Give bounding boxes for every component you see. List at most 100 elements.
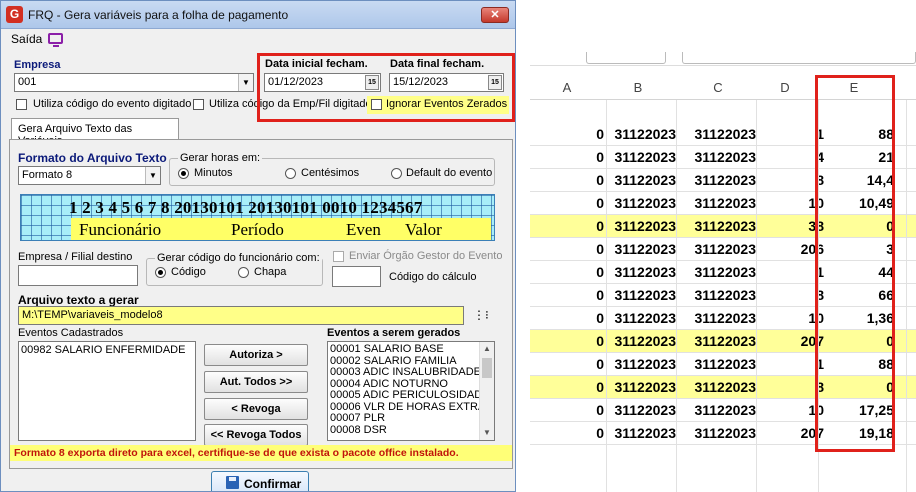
cell-a[interactable]: 0 xyxy=(596,333,604,349)
cell-c[interactable]: 31122023 xyxy=(694,356,756,372)
list-item[interactable]: 00005 ADIC PERICULOSIDADE xyxy=(328,389,494,402)
cell-a[interactable]: 0 xyxy=(596,402,604,418)
cell-b[interactable]: 31122023 xyxy=(614,356,676,372)
list-item[interactable]: 00007 PLR xyxy=(328,412,494,425)
title-bar[interactable]: G FRQ - Gera variáveis para a folha de p… xyxy=(1,1,515,29)
output-file-value: M:\TEMP\variaveis_modelo8 xyxy=(22,309,163,321)
menu-saida[interactable]: Saída xyxy=(11,32,42,46)
cell-b[interactable]: 31122023 xyxy=(614,425,676,441)
name-box[interactable] xyxy=(586,52,666,64)
cell-c[interactable]: 31122023 xyxy=(694,126,756,142)
employee-code-chapa-radio[interactable] xyxy=(238,267,249,278)
floppy-disk-icon xyxy=(226,476,239,489)
cell-b[interactable]: 31122023 xyxy=(614,310,676,326)
scroll-thumb[interactable] xyxy=(482,358,492,378)
scroll-down-icon[interactable]: ▼ xyxy=(480,426,494,440)
cell-b[interactable]: 31122023 xyxy=(614,333,676,349)
cell-a[interactable]: 0 xyxy=(596,379,604,395)
app-logo-icon: G xyxy=(6,6,23,23)
hours-default-radio[interactable] xyxy=(391,168,402,179)
hours-centesimos-label: Centésimos xyxy=(301,167,360,179)
registered-events-list[interactable]: 00982 SALARIO ENFERMIDADE xyxy=(18,341,196,441)
employee-code-chapa-label: Chapa xyxy=(254,266,287,278)
format-label: Formato do Arquivo Texto xyxy=(18,151,167,165)
hours-minutos-radio[interactable] xyxy=(178,168,189,179)
monitor-icon[interactable] xyxy=(48,33,63,47)
output-file-label: Arquivo texto a gerar xyxy=(18,293,139,307)
cell-c[interactable]: 31122023 xyxy=(694,264,756,280)
cell-c[interactable]: 31122023 xyxy=(694,241,756,257)
confirm-button[interactable]: Confirmar xyxy=(211,471,309,491)
column-header[interactable]: D xyxy=(775,80,795,95)
cell-b[interactable]: 31122023 xyxy=(614,195,676,211)
cell-a[interactable]: 0 xyxy=(596,218,604,234)
folder-tree-icon[interactable]: ⋮⁝ xyxy=(473,308,489,323)
cell-c[interactable]: 31122023 xyxy=(694,379,756,395)
chevron-down-icon[interactable]: ▼ xyxy=(145,167,160,184)
list-item[interactable]: 00003 ADIC INSALUBRIDADE xyxy=(328,366,494,379)
cell-b[interactable]: 31122023 xyxy=(614,287,676,303)
close-button[interactable]: ✕ xyxy=(481,7,509,23)
format-select[interactable]: Formato 8 ▼ xyxy=(18,166,161,185)
cell-b[interactable]: 31122023 xyxy=(614,241,676,257)
calc-code-input[interactable] xyxy=(332,266,381,287)
column-header[interactable]: A xyxy=(552,80,582,95)
column-header[interactable]: B xyxy=(618,80,658,95)
chevron-down-icon[interactable]: ▼ xyxy=(238,74,253,91)
output-file-input[interactable]: M:\TEMP\variaveis_modelo8 xyxy=(18,306,464,325)
cell-a[interactable]: 0 xyxy=(596,172,604,188)
cell-a[interactable]: 0 xyxy=(596,126,604,142)
hours-centesimos-radio[interactable] xyxy=(285,168,296,179)
scroll-up-icon[interactable]: ▲ xyxy=(480,342,494,356)
hours-default-label: Default do evento xyxy=(406,167,493,179)
cell-c[interactable]: 31122023 xyxy=(694,218,756,234)
authorize-button[interactable]: Autoriza > xyxy=(204,344,308,366)
cell-a[interactable]: 0 xyxy=(596,264,604,280)
cell-c[interactable]: 31122023 xyxy=(694,333,756,349)
formula-bar[interactable] xyxy=(682,52,916,64)
registered-events-label: Eventos Cadastrados xyxy=(18,327,124,339)
grid-line xyxy=(906,100,907,492)
cell-b[interactable]: 31122023 xyxy=(614,149,676,165)
warning-text: Formato 8 exporta direto para excel, cer… xyxy=(14,447,459,459)
cell-a[interactable]: 0 xyxy=(596,149,604,165)
cell-b[interactable]: 31122023 xyxy=(614,172,676,188)
events-to-generate-list[interactable]: 00001 SALARIO BASE 00002 SALARIO FAMILIA… xyxy=(327,341,495,441)
cell-b[interactable]: 31122023 xyxy=(614,264,676,280)
revoke-button[interactable]: < Revoga xyxy=(204,398,308,420)
cell-a[interactable]: 0 xyxy=(596,425,604,441)
cell-b[interactable]: 31122023 xyxy=(614,126,676,142)
empresa-select[interactable]: 001 ▼ xyxy=(14,73,254,92)
list-item[interactable]: 00982 SALARIO ENFERMIDADE xyxy=(19,342,195,357)
employee-code-codigo-radio[interactable] xyxy=(155,267,166,278)
revoke-all-button[interactable]: << Revoga Todos xyxy=(204,424,308,446)
destination-input[interactable] xyxy=(18,265,138,286)
list-item[interactable]: 00001 SALARIO BASE xyxy=(328,343,494,356)
cell-c[interactable]: 31122023 xyxy=(694,425,756,441)
use-event-code-checkbox[interactable] xyxy=(16,99,27,110)
warning-bar: Formato 8 exporta direto para excel, cer… xyxy=(10,445,512,461)
cell-b[interactable]: 31122023 xyxy=(614,379,676,395)
cell-a[interactable]: 0 xyxy=(596,241,604,257)
cell-a[interactable]: 0 xyxy=(596,310,604,326)
layout-ruler: 1 2 3 4 5 6 7 8 20130101 20130101 0010 1… xyxy=(20,194,495,241)
orgao-gestor-checkbox[interactable] xyxy=(333,251,344,262)
authorize-all-button[interactable]: Aut. Todos >> xyxy=(204,371,308,393)
tab-gera-arquivo[interactable]: Gera Arquivo Texto das Variáveis xyxy=(11,118,179,147)
cell-a[interactable]: 0 xyxy=(596,356,604,372)
cell-c[interactable]: 31122023 xyxy=(694,310,756,326)
cell-c[interactable]: 31122023 xyxy=(694,149,756,165)
events-scrollbar[interactable]: ▲ ▼ xyxy=(479,342,494,440)
column-header[interactable]: C xyxy=(698,80,738,95)
cell-a[interactable]: 0 xyxy=(596,287,604,303)
cell-b[interactable]: 31122023 xyxy=(614,402,676,418)
list-item[interactable]: 00008 DSR xyxy=(328,424,494,437)
cell-c[interactable]: 31122023 xyxy=(694,402,756,418)
cell-c[interactable]: 31122023 xyxy=(694,195,756,211)
cell-c[interactable]: 31122023 xyxy=(694,172,756,188)
ruler-field-funcionario: Funcionário xyxy=(79,220,162,239)
cell-c[interactable]: 31122023 xyxy=(694,287,756,303)
use-emp-fil-code-checkbox[interactable] xyxy=(193,99,204,110)
cell-b[interactable]: 31122023 xyxy=(614,218,676,234)
cell-a[interactable]: 0 xyxy=(596,195,604,211)
